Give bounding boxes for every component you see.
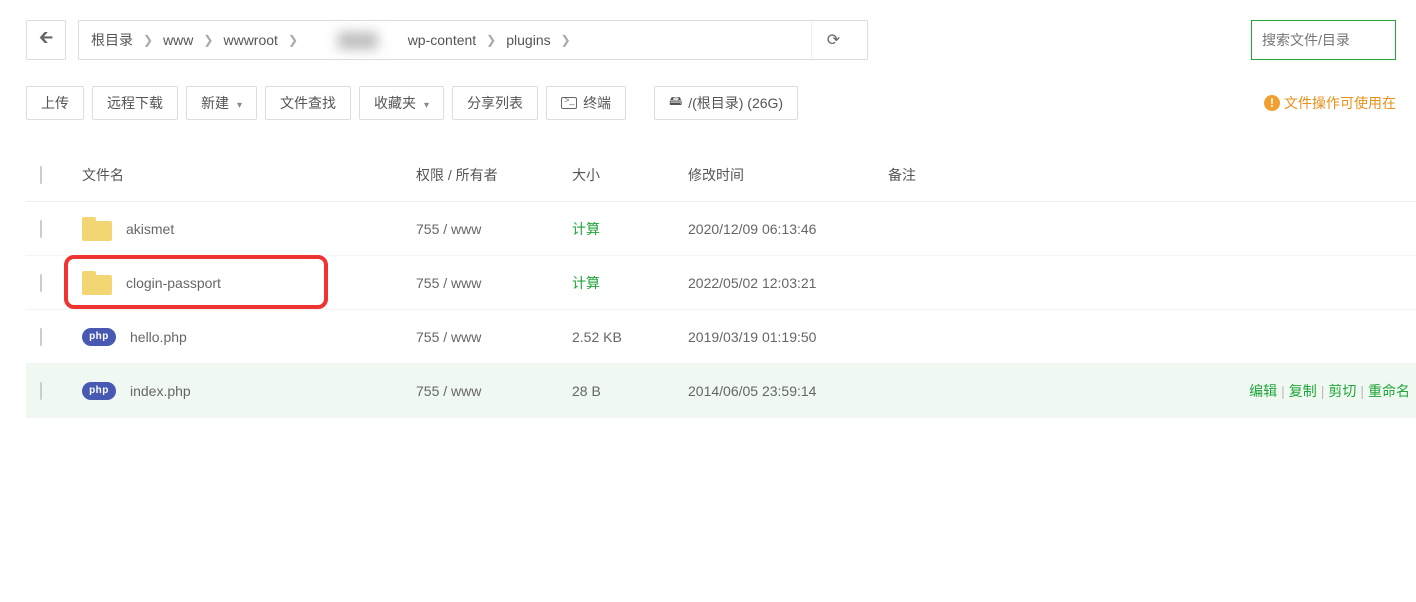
crumb-plugins[interactable]: plugins bbox=[506, 32, 550, 48]
chevron-right-icon: ❯ bbox=[486, 33, 496, 47]
file-perm[interactable]: 755 / www bbox=[416, 329, 572, 345]
folder-icon bbox=[82, 271, 112, 295]
col-name[interactable]: 文件名 bbox=[82, 165, 416, 185]
crumb-redacted[interactable]: ████ bbox=[308, 32, 408, 48]
table-header: 文件名 权限 / 所有者 大小 修改时间 备注 bbox=[26, 148, 1416, 202]
crumb-root[interactable]: 根目录 bbox=[91, 30, 133, 50]
arrow-left-icon: 🡰 bbox=[39, 25, 54, 55]
file-mtime: 2020/12/09 06:13:46 bbox=[688, 221, 888, 237]
row-checkbox[interactable] bbox=[40, 328, 42, 346]
crumb-www[interactable]: www bbox=[163, 32, 193, 48]
file-size: 2.52 KB bbox=[572, 329, 688, 345]
terminal-button[interactable]: 终端 bbox=[546, 86, 626, 120]
col-perm[interactable]: 权限 / 所有者 bbox=[416, 165, 572, 185]
disk-root-button[interactable]: 🖴/(根目录) (26G) bbox=[654, 86, 798, 120]
col-note[interactable]: 备注 bbox=[888, 165, 1216, 185]
crumb-wwwroot[interactable]: wwwroot bbox=[223, 32, 277, 48]
folder-icon bbox=[82, 217, 112, 241]
chevron-down-icon bbox=[235, 95, 242, 111]
file-name[interactable]: clogin-passport bbox=[126, 275, 221, 291]
file-table: 文件名 权限 / 所有者 大小 修改时间 备注 akismet 755 / www… bbox=[26, 148, 1416, 418]
file-mtime: 2014/06/05 23:59:14 bbox=[688, 383, 888, 399]
file-find-button[interactable]: 文件查找 bbox=[265, 86, 351, 120]
action-edit[interactable]: 编辑 bbox=[1249, 383, 1277, 399]
size-calc-link[interactable]: 计算 bbox=[572, 275, 600, 291]
row-checkbox[interactable] bbox=[40, 220, 42, 238]
file-name[interactable]: akismet bbox=[126, 221, 174, 237]
disk-icon: 🖴 bbox=[669, 92, 682, 114]
action-copy[interactable]: 复制 bbox=[1289, 383, 1317, 399]
share-list-button[interactable]: 分享列表 bbox=[452, 86, 538, 120]
file-mtime: 2019/03/19 01:19:50 bbox=[688, 329, 888, 345]
refresh-button[interactable]: ⟳ bbox=[811, 21, 855, 59]
col-mtime[interactable]: 修改时间 bbox=[688, 165, 888, 185]
refresh-icon: ⟳ bbox=[827, 30, 840, 50]
file-perm[interactable]: 755 / www bbox=[416, 221, 572, 237]
file-perm[interactable]: 755 / www bbox=[416, 383, 572, 399]
file-perm[interactable]: 755 / www bbox=[416, 275, 572, 291]
action-rename[interactable]: 重命名 bbox=[1368, 383, 1410, 399]
breadcrumb: 根目录 ❯ www ❯ wwwroot ❯ ████ wp-content ❯ plug… bbox=[78, 20, 868, 60]
file-name[interactable]: index.php bbox=[130, 383, 191, 399]
warning-icon: ! bbox=[1264, 95, 1280, 111]
chevron-right-icon: ❯ bbox=[561, 33, 571, 47]
new-button[interactable]: 新建 bbox=[186, 86, 257, 120]
col-size[interactable]: 大小 bbox=[572, 165, 688, 185]
php-icon: php bbox=[82, 382, 116, 400]
table-row[interactable]: clogin-passport 755 / www计算 2022/05/02 12:… bbox=[26, 256, 1416, 310]
row-checkbox[interactable] bbox=[40, 274, 42, 292]
file-op-warning: ! 文件操作可使用在 bbox=[1264, 93, 1396, 113]
table-row[interactable]: php hello.php 755 / www2.52 KB2019/03/19 0… bbox=[26, 310, 1416, 364]
action-cut[interactable]: 剪切 bbox=[1328, 383, 1356, 399]
terminal-icon bbox=[561, 97, 577, 109]
search-input[interactable] bbox=[1262, 32, 1385, 48]
crumb-wpcontent[interactable]: wp-content bbox=[408, 32, 476, 48]
chevron-right-icon: ❯ bbox=[143, 33, 153, 47]
file-size: 28 B bbox=[572, 383, 688, 399]
size-calc-link[interactable]: 计算 bbox=[572, 221, 600, 237]
file-mtime: 2022/05/02 12:03:21 bbox=[688, 275, 888, 291]
table-row[interactable]: akismet 755 / www计算 2020/12/09 06:13:46 bbox=[26, 202, 1416, 256]
file-name[interactable]: hello.php bbox=[130, 329, 187, 345]
search-box[interactable] bbox=[1251, 20, 1396, 60]
select-all-checkbox[interactable] bbox=[40, 166, 42, 184]
chevron-down-icon bbox=[422, 95, 429, 111]
back-button[interactable]: 🡰 bbox=[26, 20, 66, 60]
row-checkbox[interactable] bbox=[40, 382, 42, 400]
remote-download-button[interactable]: 远程下载 bbox=[92, 86, 178, 120]
table-row[interactable]: php index.php 755 / www28 B2014/06/05 23:5… bbox=[26, 364, 1416, 418]
upload-button[interactable]: 上传 bbox=[26, 86, 84, 120]
favorites-button[interactable]: 收藏夹 bbox=[359, 86, 444, 120]
chevron-right-icon: ❯ bbox=[203, 33, 213, 47]
chevron-right-icon: ❯ bbox=[288, 33, 298, 47]
php-icon: php bbox=[82, 328, 116, 346]
